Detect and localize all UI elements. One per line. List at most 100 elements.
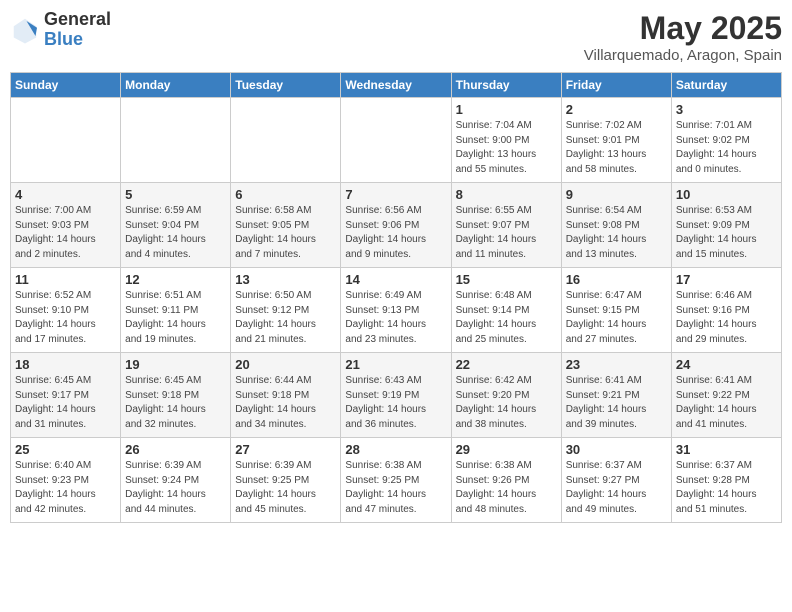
day-info: Sunrise: 6:37 AM Sunset: 9:28 PM Dayligh… bbox=[676, 459, 777, 517]
day-number: 6 bbox=[235, 187, 336, 202]
day-number: 27 bbox=[235, 442, 336, 457]
day-cell: 4 Sunrise: 7:00 AM Sunset: 9:03 PM Daylig… bbox=[11, 183, 121, 268]
day-number: 28 bbox=[345, 442, 446, 457]
day-cell: 1 Sunrise: 7:04 AM Sunset: 9:00 PM Daylig… bbox=[451, 98, 561, 183]
day-info: Sunrise: 6:54 AM Sunset: 9:08 PM Dayligh… bbox=[566, 204, 667, 262]
day-number: 4 bbox=[15, 187, 116, 202]
day-number: 13 bbox=[235, 272, 336, 287]
day-number: 31 bbox=[676, 442, 777, 457]
day-info: Sunrise: 6:38 AM Sunset: 9:25 PM Dayligh… bbox=[345, 459, 446, 517]
day-cell: 13 Sunrise: 6:50 AM Sunset: 9:12 PM Dayli… bbox=[231, 268, 341, 353]
day-number: 12 bbox=[125, 272, 226, 287]
day-info: Sunrise: 6:58 AM Sunset: 9:05 PM Dayligh… bbox=[235, 204, 336, 262]
day-info: Sunrise: 6:49 AM Sunset: 9:13 PM Dayligh… bbox=[345, 289, 446, 347]
day-cell: 31 Sunrise: 6:37 AM Sunset: 9:28 PM Dayli… bbox=[671, 438, 781, 523]
day-number: 15 bbox=[456, 272, 557, 287]
day-cell: 19 Sunrise: 6:45 AM Sunset: 9:18 PM Dayli… bbox=[121, 353, 231, 438]
day-number: 25 bbox=[15, 442, 116, 457]
day-info: Sunrise: 6:55 AM Sunset: 9:07 PM Dayligh… bbox=[456, 204, 557, 262]
day-info: Sunrise: 6:39 AM Sunset: 9:25 PM Dayligh… bbox=[235, 459, 336, 517]
day-header-saturday: Saturday bbox=[671, 73, 781, 98]
day-cell: 6 Sunrise: 6:58 AM Sunset: 9:05 PM Daylig… bbox=[231, 183, 341, 268]
week-row-2: 4 Sunrise: 7:00 AM Sunset: 9:03 PM Daylig… bbox=[11, 183, 782, 268]
day-cell: 3Sunrise: 7:01 AM Sunset: 9:02 PM Daylig… bbox=[671, 98, 781, 183]
day-number: 8 bbox=[456, 187, 557, 202]
week-row-1: 1 Sunrise: 7:04 AM Sunset: 9:00 PM Daylig… bbox=[11, 98, 782, 183]
day-header-tuesday: Tuesday bbox=[231, 73, 341, 98]
day-info: Sunrise: 6:52 AM Sunset: 9:10 PM Dayligh… bbox=[15, 289, 116, 347]
day-info: Sunrise: 6:56 AM Sunset: 9:06 PM Dayligh… bbox=[345, 204, 446, 262]
day-number: 23 bbox=[566, 357, 667, 372]
day-number: 21 bbox=[345, 357, 446, 372]
week-row-4: 18Sunrise: 6:45 AM Sunset: 9:17 PM Dayli… bbox=[11, 353, 782, 438]
day-info: Sunrise: 6:45 AM Sunset: 9:18 PM Dayligh… bbox=[125, 374, 226, 432]
day-info: Sunrise: 6:59 AM Sunset: 9:04 PM Dayligh… bbox=[125, 204, 226, 262]
day-cell: 9 Sunrise: 6:54 AM Sunset: 9:08 PM Daylig… bbox=[561, 183, 671, 268]
day-cell: 2Sunrise: 7:02 AM Sunset: 9:01 PM Daylig… bbox=[561, 98, 671, 183]
day-info: Sunrise: 6:45 AM Sunset: 9:17 PM Dayligh… bbox=[15, 374, 116, 432]
day-info: Sunrise: 6:47 AM Sunset: 9:15 PM Dayligh… bbox=[566, 289, 667, 347]
day-cell bbox=[341, 98, 451, 183]
day-number: 19 bbox=[125, 357, 226, 372]
day-header-sunday: Sunday bbox=[11, 73, 121, 98]
day-number: 2 bbox=[566, 102, 667, 117]
day-cell: 28 Sunrise: 6:38 AM Sunset: 9:25 PM Dayli… bbox=[341, 438, 451, 523]
day-number: 20 bbox=[235, 357, 336, 372]
header-row: SundayMondayTuesdayWednesdayThursdayFrid… bbox=[11, 73, 782, 98]
day-info: Sunrise: 6:44 AM Sunset: 9:18 PM Dayligh… bbox=[235, 374, 336, 432]
day-number: 30 bbox=[566, 442, 667, 457]
day-info: Sunrise: 6:40 AM Sunset: 9:23 PM Dayligh… bbox=[15, 459, 116, 517]
logo-text: General Blue bbox=[44, 10, 111, 50]
day-number: 24 bbox=[676, 357, 777, 372]
page-header: General Blue May 2025 Villarquemado, Ara… bbox=[10, 10, 782, 64]
day-info: Sunrise: 7:00 AM Sunset: 9:03 PM Dayligh… bbox=[15, 204, 116, 262]
day-number: 11 bbox=[15, 272, 116, 287]
day-cell: 8 Sunrise: 6:55 AM Sunset: 9:07 PM Daylig… bbox=[451, 183, 561, 268]
week-row-3: 11 Sunrise: 6:52 AM Sunset: 9:10 PM Dayli… bbox=[11, 268, 782, 353]
day-cell bbox=[121, 98, 231, 183]
day-info: Sunrise: 6:50 AM Sunset: 9:12 PM Dayligh… bbox=[235, 289, 336, 347]
logo-blue: Blue bbox=[44, 30, 111, 50]
day-cell: 14Sunrise: 6:49 AM Sunset: 9:13 PM Dayli… bbox=[341, 268, 451, 353]
day-number: 22 bbox=[456, 357, 557, 372]
day-info: Sunrise: 6:51 AM Sunset: 9:11 PM Dayligh… bbox=[125, 289, 226, 347]
day-cell: 18Sunrise: 6:45 AM Sunset: 9:17 PM Dayli… bbox=[11, 353, 121, 438]
day-cell bbox=[231, 98, 341, 183]
day-number: 5 bbox=[125, 187, 226, 202]
day-info: Sunrise: 6:41 AM Sunset: 9:22 PM Dayligh… bbox=[676, 374, 777, 432]
day-cell: 22 Sunrise: 6:42 AM Sunset: 9:20 PM Dayli… bbox=[451, 353, 561, 438]
day-cell bbox=[11, 98, 121, 183]
day-cell: 29Sunrise: 6:38 AM Sunset: 9:26 PM Dayli… bbox=[451, 438, 561, 523]
day-cell: 23Sunrise: 6:41 AM Sunset: 9:21 PM Dayli… bbox=[561, 353, 671, 438]
day-info: Sunrise: 6:42 AM Sunset: 9:20 PM Dayligh… bbox=[456, 374, 557, 432]
day-info: Sunrise: 7:01 AM Sunset: 9:02 PM Dayligh… bbox=[676, 119, 777, 177]
day-cell: 5 Sunrise: 6:59 AM Sunset: 9:04 PM Daylig… bbox=[121, 183, 231, 268]
day-cell: 10 Sunrise: 6:53 AM Sunset: 9:09 PM Dayli… bbox=[671, 183, 781, 268]
day-info: Sunrise: 6:37 AM Sunset: 9:27 PM Dayligh… bbox=[566, 459, 667, 517]
day-info: Sunrise: 6:48 AM Sunset: 9:14 PM Dayligh… bbox=[456, 289, 557, 347]
day-cell: 7 Sunrise: 6:56 AM Sunset: 9:06 PM Daylig… bbox=[341, 183, 451, 268]
location: Villarquemado, Aragon, Spain bbox=[584, 47, 782, 64]
day-number: 17 bbox=[676, 272, 777, 287]
day-cell: 26 Sunrise: 6:39 AM Sunset: 9:24 PM Dayli… bbox=[121, 438, 231, 523]
day-info: Sunrise: 6:39 AM Sunset: 9:24 PM Dayligh… bbox=[125, 459, 226, 517]
day-info: Sunrise: 7:04 AM Sunset: 9:00 PM Dayligh… bbox=[456, 119, 557, 177]
day-info: Sunrise: 6:38 AM Sunset: 9:26 PM Dayligh… bbox=[456, 459, 557, 517]
day-number: 10 bbox=[676, 187, 777, 202]
day-cell: 16Sunrise: 6:47 AM Sunset: 9:15 PM Dayli… bbox=[561, 268, 671, 353]
day-number: 9 bbox=[566, 187, 667, 202]
day-number: 1 bbox=[456, 102, 557, 117]
calendar-table: SundayMondayTuesdayWednesdayThursdayFrid… bbox=[10, 72, 782, 523]
day-cell: 20 Sunrise: 6:44 AM Sunset: 9:18 PM Dayli… bbox=[231, 353, 341, 438]
day-cell: 30 Sunrise: 6:37 AM Sunset: 9:27 PM Dayli… bbox=[561, 438, 671, 523]
day-header-wednesday: Wednesday bbox=[341, 73, 451, 98]
day-cell: 27 Sunrise: 6:39 AM Sunset: 9:25 PM Dayli… bbox=[231, 438, 341, 523]
day-number: 7 bbox=[345, 187, 446, 202]
day-cell: 11 Sunrise: 6:52 AM Sunset: 9:10 PM Dayli… bbox=[11, 268, 121, 353]
day-cell: 21Sunrise: 6:43 AM Sunset: 9:19 PM Dayli… bbox=[341, 353, 451, 438]
day-info: Sunrise: 6:53 AM Sunset: 9:09 PM Dayligh… bbox=[676, 204, 777, 262]
day-number: 26 bbox=[125, 442, 226, 457]
day-cell: 17Sunrise: 6:46 AM Sunset: 9:16 PM Dayli… bbox=[671, 268, 781, 353]
title-block: May 2025 Villarquemado, Aragon, Spain bbox=[584, 10, 782, 64]
logo-general: General bbox=[44, 10, 111, 30]
